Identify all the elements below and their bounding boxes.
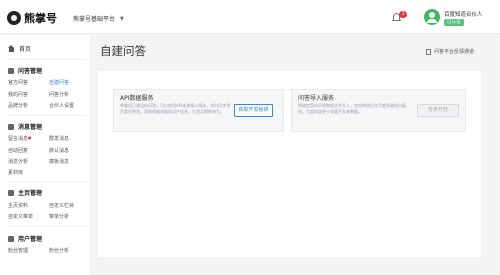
sidebar-item-auto-reply[interactable]: 自动回复 — [8, 147, 28, 154]
user-tag: 已认证 — [444, 19, 464, 26]
sidebar-item-self-qa[interactable]: 自建问答 — [49, 79, 69, 86]
unread-dot: ● — [28, 135, 32, 140]
faq-feedback-link[interactable]: 问答平台反馈通道 — [426, 48, 474, 55]
get-dev-key-button[interactable]: 获取开发秘钥 — [234, 104, 273, 117]
sidebar-item-home[interactable]: 首页 — [8, 44, 31, 53]
user-icon — [8, 235, 14, 242]
sidebar-item-my-qa[interactable]: 我的问答 — [8, 91, 28, 98]
sidebar-item-homepage-info[interactable]: 主页资料 — [8, 202, 28, 209]
sidebar-item-fan-analysis[interactable]: 粉丝分析 — [49, 247, 69, 254]
sidebar-item-partner-settings[interactable]: 合伙人设置 — [49, 102, 74, 109]
sidebar-item-official-qa[interactable]: 官方问答 — [8, 79, 28, 86]
divider — [6, 181, 86, 182]
sidebar-item-message-analysis[interactable]: 消息分析 — [8, 158, 28, 165]
sidebar-item-broadcast[interactable]: 群发消息 — [49, 135, 69, 142]
notification-badge: 3 — [399, 11, 407, 18]
api-service-card: API数据服务 将着您已建设的问答，可以使用API或者接入服务，实时同步到百度问… — [113, 89, 284, 132]
content-panel: API数据服务 将着您已建设的问答，可以使用API或者接入服务，实时同步到百度问… — [98, 71, 481, 257]
card-title: API数据服务 — [120, 95, 154, 102]
top-bar: 熊掌号 熊掌号基础平台 ▼ 3 百度知道合伙人 已认证 — [0, 0, 500, 34]
section-qa-management[interactable]: 问答管理 — [8, 66, 42, 75]
page-title: 自建问答 — [100, 44, 146, 58]
sidebar-item-qa-analysis[interactable]: 问答分析 — [49, 91, 69, 98]
section-message-management[interactable]: 消息管理 — [8, 122, 42, 131]
sidebar-item-menu-analysis[interactable]: 菜单分析 — [49, 213, 69, 220]
message-icon — [8, 123, 14, 130]
logo-text: 熊掌号 — [24, 12, 57, 25]
home-icon — [8, 45, 15, 52]
card-description: 将着您已建设的问答，可以使用API或者接入服务，实时同步到百度问答池，获取权威流… — [120, 103, 231, 114]
sidebar-item-custom-menu[interactable]: 自定义菜单 — [8, 213, 33, 220]
home-label: 首页 — [19, 46, 32, 53]
card-title: 问答导入服务 — [298, 95, 335, 102]
section-user-management[interactable]: 用户管理 — [8, 234, 42, 243]
chevron-down-icon: ▼ — [120, 15, 124, 22]
sidebar-item-brand-analysis[interactable]: 品牌分析 — [8, 102, 28, 109]
avatar[interactable] — [424, 9, 440, 25]
divider — [6, 59, 86, 60]
user-name[interactable]: 百度知道合伙人 — [444, 10, 483, 18]
sidebar-item-material-library[interactable]: 素材库 — [8, 169, 23, 176]
divider — [6, 226, 86, 227]
card-description: 将确定您的问答数据文件导入，完成审核后在百度知道站内展现，百度知道便于保管开发者… — [298, 103, 406, 114]
qa-import-card: 问答导入服务 将确定您的问答数据文件导入，完成审核后在百度知道站内展现，百度知道… — [291, 89, 466, 132]
sidebar-item-comments[interactable]: 留言消息● — [8, 135, 32, 142]
sidebar-item-template-message[interactable]: 模板消息 — [49, 158, 69, 165]
not-open-button[interactable]: 暂未开放 — [417, 104, 459, 117]
divider — [6, 115, 86, 116]
sidebar-item-custom-column[interactable]: 自定义栏目 — [49, 202, 74, 209]
homepage-icon — [8, 189, 14, 196]
platform-label: 熊掌号基础平台 — [73, 16, 116, 23]
sidebar-item-fan-management[interactable]: 粉丝管理 — [8, 247, 28, 254]
section-homepage-management[interactable]: 主页管理 — [8, 188, 42, 197]
sidebar: 首页 问答管理 官方问答 自建问答 我的问答 问答分析 品牌分析 合伙人设置 消… — [0, 35, 90, 275]
document-icon — [426, 48, 431, 55]
platform-selector[interactable]: 熊掌号基础平台 ▼ — [73, 14, 124, 24]
qa-icon — [8, 67, 14, 74]
logo[interactable]: 熊掌号 — [7, 10, 57, 26]
sidebar-item-default-message[interactable]: 默认消息 — [49, 147, 69, 154]
paw-logo-icon — [7, 11, 21, 25]
